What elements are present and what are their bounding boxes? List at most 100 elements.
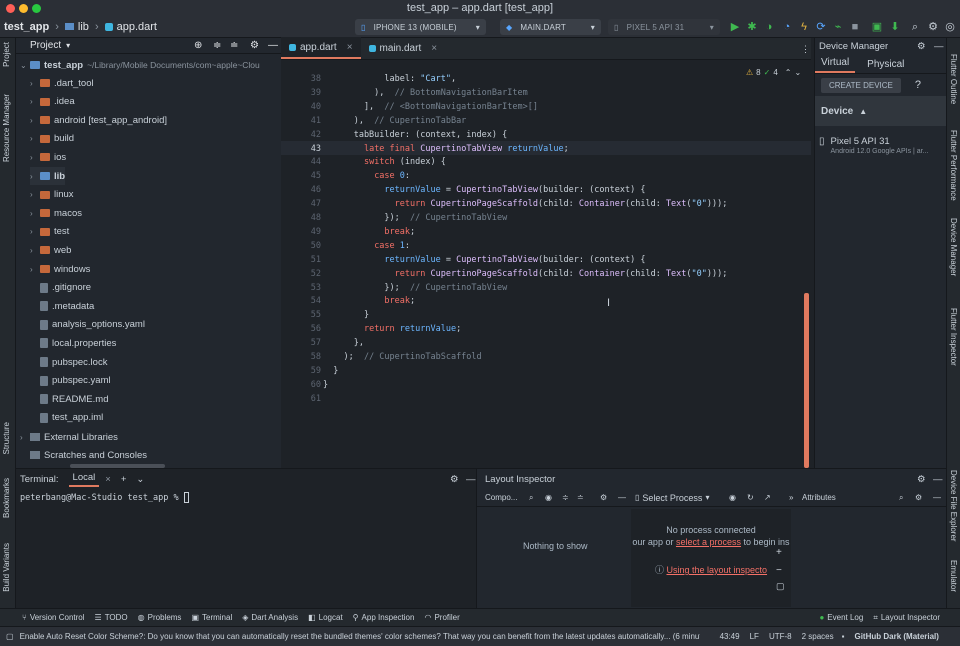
bottom-tool-problems[interactable]: ◍ Problems <box>138 613 182 622</box>
close-icon[interactable]: × <box>431 43 437 54</box>
tab-physical[interactable]: Physical <box>855 59 910 73</box>
lock-icon[interactable]: ▪ <box>842 632 845 641</box>
gear-icon[interactable]: ⚙ <box>915 493 922 502</box>
expand-all-icon[interactable]: ≑ <box>562 493 569 502</box>
code-line[interactable]: ); // CupertinoTabScaffold <box>323 352 481 362</box>
breadcrumb-item[interactable]: test_app <box>4 21 49 33</box>
bottom-tool-dart-analysis[interactable]: ◈ Dart Analysis <box>242 613 298 622</box>
tree-item-scratches[interactable]: Scratches and Consoles <box>30 446 147 464</box>
locate-icon[interactable]: ⊕ <box>194 40 202 51</box>
code-line[interactable]: returnValue = CupertinoTabView(builder: … <box>323 255 645 265</box>
hide-icon[interactable]: — <box>933 474 943 485</box>
add-icon[interactable]: + <box>121 474 127 485</box>
layout-inspector-help-link[interactable]: Using the layout inspecto <box>666 565 767 575</box>
code-line[interactable]: return CupertinoPageScaffold(child: Cont… <box>323 199 728 209</box>
bottom-tool-profiler[interactable]: ◠ Profiler <box>424 613 459 622</box>
collapse-all-icon[interactable]: ≐ <box>577 493 584 502</box>
collapse-all-icon[interactable]: ≐ <box>230 40 238 51</box>
device-file-explorer-tool-button[interactable]: Device File Explorer <box>949 470 958 542</box>
flutter-inspector-tool-button[interactable]: Flutter Inspector <box>949 308 958 366</box>
code-line[interactable]: } <box>323 366 338 376</box>
profile-icon[interactable]: ◔ <box>780 20 794 34</box>
bottom-tool-todo[interactable]: ☰ TODO <box>95 613 128 622</box>
close-icon[interactable]: × <box>347 42 353 53</box>
code-line[interactable]: ], // <BottomNavigationBarItem>[] <box>323 102 538 112</box>
hide-icon[interactable]: — <box>934 41 944 52</box>
close-window-button[interactable] <box>6 4 15 13</box>
search-icon[interactable]: ⌕ <box>908 20 922 34</box>
line-separator[interactable]: LF <box>750 632 759 641</box>
code-line[interactable]: late final CupertinoTabView returnValue; <box>323 144 569 154</box>
device-manager-icon[interactable]: ▣ <box>870 20 884 34</box>
gear-icon[interactable]: ⚙ <box>917 474 926 485</box>
bottom-tool-terminal[interactable]: ▣ Terminal <box>191 613 232 622</box>
code-line[interactable]: switch (index) { <box>323 157 446 167</box>
select-process-combo[interactable]: ▯ Select Process ▾ <box>635 493 709 503</box>
gear-icon[interactable]: ⚙ <box>926 20 940 34</box>
inspection-widget[interactable]: ⚠ 8 ✓ 4 ⌃ ⌄ <box>746 68 801 77</box>
flutter-outline-tool-button[interactable]: Flutter Outline <box>949 54 958 104</box>
code-line[interactable]: return CupertinoPageScaffold(child: Cont… <box>323 269 728 279</box>
search-icon[interactable]: ⌕ <box>899 493 903 503</box>
export-icon[interactable]: ↗ <box>764 493 771 502</box>
emulator-combo[interactable]: ▯ PIXEL 5 API 31 ▾ <box>608 19 720 35</box>
tab-local[interactable]: Local <box>68 472 100 487</box>
run-config-combo[interactable]: ◆ MAIN.DART ▾ <box>500 19 601 35</box>
apply-changes-icon[interactable]: ⟳ <box>814 20 828 34</box>
event-log-button[interactable]: ● Event Log <box>819 613 863 623</box>
eye-icon[interactable]: ◉ <box>729 493 736 502</box>
theme-name[interactable]: GitHub Dark (Material) <box>854 632 938 641</box>
chevron-up-icon[interactable]: ⌃ <box>785 68 792 77</box>
flutter-performance-tool-button[interactable]: Flutter Performance <box>949 130 958 201</box>
project-tool-button[interactable]: Project <box>2 42 11 67</box>
eye-icon[interactable]: ◉ <box>545 493 552 502</box>
code-line[interactable]: }); // CupertinoTabView <box>323 213 507 223</box>
tree-item[interactable]: › windows <box>30 260 90 278</box>
vertical-scrollbar[interactable] <box>804 293 809 468</box>
search-icon[interactable]: ⌕ <box>529 493 533 503</box>
fit-screen-icon[interactable]: ▢ <box>776 581 785 592</box>
emulator-tool-button[interactable]: Emulator <box>949 560 958 592</box>
help-button[interactable]: ? <box>915 79 921 91</box>
close-icon[interactable]: × <box>105 474 111 485</box>
hide-icon[interactable]: — <box>933 493 941 502</box>
code-line[interactable]: returnValue = CupertinoTabView(builder: … <box>323 185 645 195</box>
bottom-tool-logcat[interactable]: ◧ Logcat <box>308 613 343 622</box>
tree-item[interactable]: pubspec.lock <box>40 353 107 371</box>
device-manager-tool-button[interactable]: Device Manager <box>949 218 958 276</box>
gear-icon[interactable]: ⚙ <box>600 493 607 502</box>
terminal-output[interactable]: peterbang@Mac-Studio test_app % <box>16 489 476 506</box>
tree-item[interactable]: README.md <box>40 390 108 408</box>
chevron-down-icon[interactable]: ⌄ <box>794 68 801 77</box>
tree-item[interactable]: › lib <box>30 167 66 185</box>
gear-icon[interactable]: ⚙ <box>450 474 459 485</box>
code-line[interactable]: return returnValue; <box>323 324 461 334</box>
code-line[interactable]: } <box>323 310 369 320</box>
create-device-button[interactable]: CREATE DEVICE <box>821 77 901 93</box>
hide-icon[interactable]: — <box>618 493 626 502</box>
tree-item[interactable]: › .dart_tool <box>30 74 94 92</box>
code-line[interactable]: break; <box>323 227 415 237</box>
stop-icon[interactable]: ■ <box>848 20 862 34</box>
breadcrumb-item[interactable]: app.dart <box>117 21 157 33</box>
more-tabs-icon[interactable]: ⋮ <box>801 44 810 55</box>
code-line[interactable]: case 1: <box>323 241 410 251</box>
bookmarks-tool-button[interactable]: Bookmarks <box>2 478 11 518</box>
build-variants-tool-button[interactable]: Build Variants <box>2 543 11 592</box>
code-line[interactable]: }, <box>323 338 364 348</box>
tab-app-dart[interactable]: app.dart × <box>281 37 361 59</box>
bottom-tool-version-control[interactable]: ⑂ Version Control <box>22 613 85 622</box>
tree-item[interactable]: pubspec.yaml <box>40 372 111 390</box>
assistant-icon[interactable]: ◎ <box>943 20 957 34</box>
hot-reload-icon[interactable]: ϟ <box>797 20 811 34</box>
code-line[interactable]: }); // CupertinoTabView <box>323 283 507 293</box>
breadcrumb-item[interactable]: lib <box>78 21 89 33</box>
tree-item[interactable]: › linux <box>30 186 74 204</box>
code-line[interactable]: label: "Cart", <box>323 74 456 84</box>
tree-item[interactable]: local.properties <box>40 334 116 352</box>
device-row[interactable]: ▯ Pixel 5 API 31 Android 12.0 Google API… <box>815 126 946 165</box>
run-icon[interactable]: ▶ <box>728 20 742 34</box>
resource-manager-tool-button[interactable]: Resource Manager <box>2 94 11 162</box>
code-line[interactable]: } <box>323 380 328 390</box>
debug-icon[interactable]: ✱ <box>745 20 759 34</box>
